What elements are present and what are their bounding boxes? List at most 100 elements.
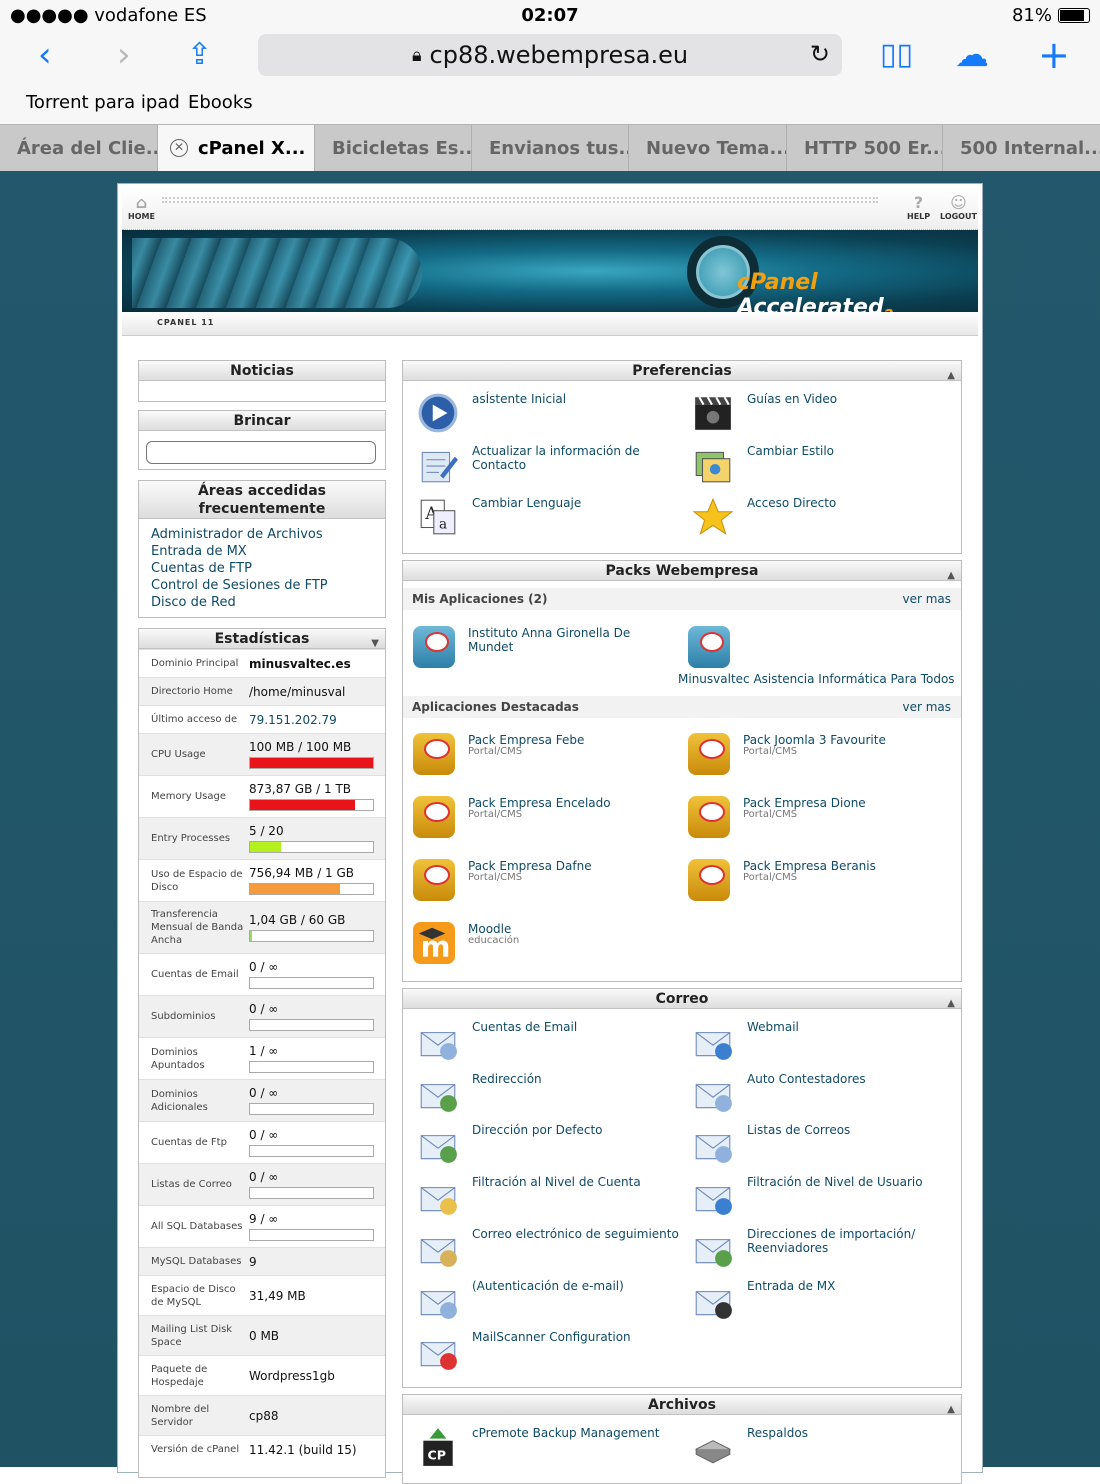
stats-value: 0 / ∞	[249, 960, 279, 974]
back-icon[interactable]: ‹	[38, 30, 52, 80]
pref-item-language[interactable]: Aa Cambiar Lenguaje	[417, 496, 687, 542]
mail-item[interactable]: Webmail	[692, 1020, 962, 1066]
featured-app-item[interactable]: Pack Empresa Encelado Portal/CMS	[413, 796, 683, 842]
stats-value: 9	[249, 1254, 257, 1269]
stats-value: /home/minusval	[249, 684, 346, 699]
frequent-link[interactable]: Control de Sesiones de FTP	[139, 577, 385, 594]
stats-row: MySQL Databases 9	[139, 1247, 385, 1276]
my-app-label: Instituto Anna Gironella De Mundet	[468, 626, 631, 654]
bookmark-link[interactable]: Ebooks	[188, 92, 253, 113]
mail-item-label: Correo electrónico de seguimiento	[472, 1226, 679, 1241]
browser-tab[interactable]: Bicicletas Es...	[315, 125, 472, 171]
pref-item-style[interactable]: Cambiar Estilo	[692, 444, 962, 490]
stats-row: Dominios Apuntados 1 / ∞	[139, 1037, 385, 1080]
default-address-icon	[420, 1135, 457, 1164]
mail-item[interactable]: Correo electrónico de seguimiento	[417, 1227, 687, 1273]
share-icon[interactable]: ⇪	[187, 30, 212, 80]
stats-value-cell: 9 / ∞	[249, 1205, 385, 1248]
logout-link[interactable]: ☺︎ LOGOUT	[940, 193, 977, 222]
collapse-icon[interactable]: ▲	[947, 994, 955, 1014]
stats-value-cell: 79.151.202.79	[249, 705, 385, 734]
featured-app-item[interactable]: m Moodle educación	[413, 922, 683, 968]
frequent-link[interactable]: Administrador de Archivos	[139, 526, 385, 543]
joomla-pack-icon	[413, 733, 455, 775]
mail-item[interactable]: Filtración al Nivel de Cuenta	[417, 1175, 687, 1221]
stats-row: All SQL Databases 9 / ∞	[139, 1205, 385, 1248]
bookmarks-book-icon[interactable]: ▯▯	[880, 30, 913, 80]
app-category: Portal/CMS	[743, 809, 798, 820]
mail-item[interactable]: Auto Contestadores	[692, 1072, 962, 1118]
featured-app-item[interactable]: Pack Empresa Beranis Portal/CMS	[688, 859, 958, 905]
icloud-tabs-icon[interactable]: ☁︎	[955, 30, 989, 80]
collapse-icon[interactable]: ▼	[371, 634, 379, 654]
battery-percent: 81%	[1011, 5, 1052, 26]
browser-tab[interactable]: Área del Clie...	[0, 125, 158, 171]
mail-item[interactable]: Entrada de MX	[692, 1279, 962, 1325]
pref-item-shortcut[interactable]: Acceso Directo	[692, 496, 962, 542]
preferencias-title: Preferencias	[632, 363, 732, 379]
forward-icon[interactable]: ›	[117, 30, 131, 80]
mail-item[interactable]: MailScanner Configuration	[417, 1330, 687, 1376]
pref-item-asistente[interactable]: asÍstente Inicial	[417, 392, 687, 438]
featured-app-item[interactable]: Pack Empresa Febe Portal/CMS	[413, 733, 683, 779]
mail-item[interactable]: Cuentas de Email	[417, 1020, 687, 1066]
frequent-link[interactable]: Disco de Red	[139, 594, 385, 611]
my-app-item[interactable]: Minusvaltec Asistencia Informática Para …	[678, 626, 958, 686]
stats-row: Nombre del Servidor cp88	[139, 1395, 385, 1436]
mail-item[interactable]: (Autenticación de e-mail)	[417, 1279, 687, 1325]
stats-value-cell: cp88	[249, 1395, 385, 1436]
browser-tab-active[interactable]: ✕ cPanel X...	[158, 125, 315, 171]
new-tab-icon[interactable]: +	[1038, 30, 1070, 80]
stats-value: 0 / ∞	[249, 1170, 279, 1184]
browser-tab[interactable]: Envianos tus...	[472, 125, 629, 171]
address-bar[interactable]: 🔒︎ cp88.webempresa.eu ↻	[258, 34, 842, 76]
pref-item-contact[interactable]: Actualizar la información de Contacto	[417, 444, 687, 490]
ver-mas-link[interactable]: ver mas	[902, 588, 951, 610]
featured-app-item[interactable]: Pack Joomla 3 Favourite Portal/CMS	[688, 733, 958, 779]
logout-icon: ☺︎	[950, 193, 967, 212]
pref-label: Cambiar Estilo	[747, 444, 835, 458]
mail-item[interactable]: Filtración de Nivel de Usuario	[692, 1175, 962, 1221]
brincar-input[interactable]	[146, 441, 376, 464]
brincar-box: Brincar	[138, 410, 386, 470]
stats-label: All SQL Databases	[139, 1205, 249, 1248]
collapse-icon[interactable]: ▲	[947, 566, 955, 586]
ver-mas-link[interactable]: ver mas	[902, 696, 951, 718]
stats-title: Estadísticas	[214, 631, 310, 647]
destacadas-header: Aplicaciones Destacadas ver mas	[403, 696, 961, 718]
stats-value: 31,49 MB	[249, 1288, 306, 1303]
browser-tab[interactable]: HTTP 500 Er...	[787, 125, 943, 171]
bookmark-link[interactable]: Torrent para ipad	[26, 92, 180, 113]
browser-tab[interactable]: Nuevo Tema...	[629, 125, 787, 171]
stats-value: Wordpress1gb	[249, 1368, 335, 1383]
collapse-icon[interactable]: ▲	[947, 1400, 955, 1420]
pref-item-video[interactable]: Guías en Video	[692, 392, 962, 438]
browser-tab[interactable]: 500 Internal...	[943, 125, 1100, 171]
featured-app-item[interactable]: Pack Empresa Dafne Portal/CMS	[413, 859, 683, 905]
mail-item[interactable]: Redirección	[417, 1072, 687, 1118]
reload-icon[interactable]: ↻	[810, 40, 830, 68]
home-link[interactable]: ⌂ HOME	[128, 194, 155, 222]
mail-item[interactable]: Dirección por Defecto	[417, 1123, 687, 1169]
stats-label: Directorio Home	[139, 677, 249, 706]
mailscanner-icon	[420, 1342, 457, 1371]
destacadas-title: Aplicaciones Destacadas	[412, 700, 579, 714]
mail-item[interactable]: Listas de Correos	[692, 1123, 962, 1169]
joomla-pack-icon	[413, 796, 455, 838]
collapse-icon[interactable]: ▲	[947, 366, 955, 386]
mail-item[interactable]: Direcciones de importación/ Reenviadores	[692, 1227, 962, 1273]
file-item-respaldos[interactable]: Respaldos	[692, 1426, 962, 1472]
pref-label: Cambiar Lenguaje	[472, 496, 582, 510]
stats-label: Mailing List Disk Space	[139, 1315, 249, 1356]
frequent-areas-box: Áreas accedidas frecuentemente Administr…	[138, 480, 386, 618]
featured-app-item[interactable]: Pack Empresa Dione Portal/CMS	[688, 796, 958, 842]
stats-label: Dominio Principal	[139, 649, 249, 678]
help-link[interactable]: ? HELP	[907, 194, 930, 222]
file-item-cpremote[interactable]: CP cPremote Backup Management	[417, 1426, 687, 1472]
frequent-link[interactable]: Cuentas de FTP	[139, 560, 385, 577]
frequent-link[interactable]: Entrada de MX	[139, 543, 385, 560]
close-icon[interactable]: ✕	[170, 139, 188, 157]
my-app-item[interactable]: Instituto Anna Gironella De Mundet	[413, 626, 683, 672]
stats-row: Mailing List Disk Space 0 MB	[139, 1315, 385, 1356]
stats-value[interactable]: 79.151.202.79	[249, 713, 375, 727]
